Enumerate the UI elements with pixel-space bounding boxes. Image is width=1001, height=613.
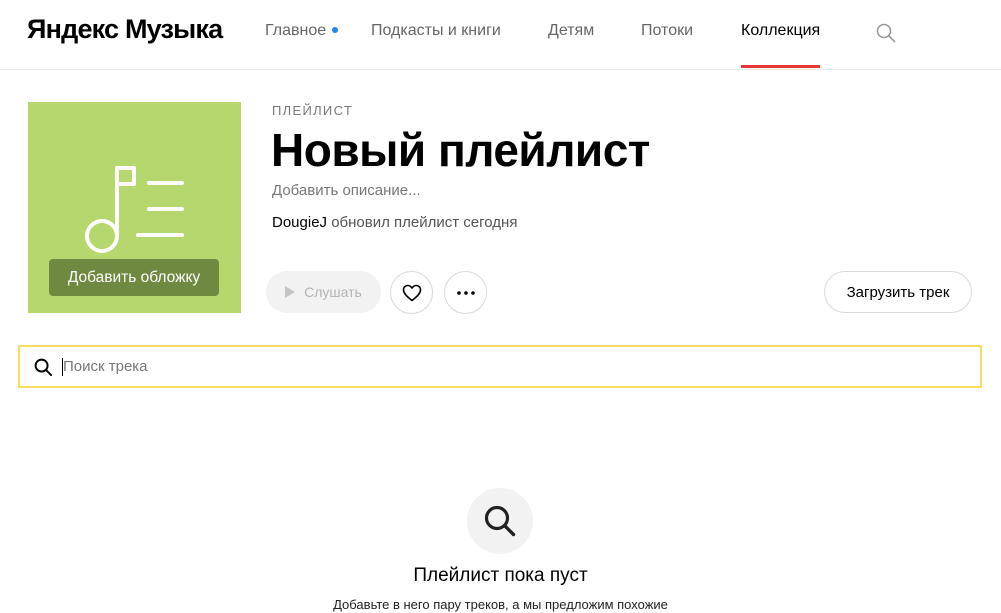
playlist-title[interactable]: Новый плейлист [271,120,650,180]
playlist-cover[interactable]: Добавить обложку [28,102,241,313]
top-header: Яндекс Музыка Главное Подкасты и книги Д… [0,0,1001,70]
music-note-list-icon [85,166,184,253]
empty-state-title: Плейлист пока пуст [413,565,588,586]
text-caret [62,358,63,376]
playlist-owner-line: DougieJ обновил плейлист сегодня [272,214,517,231]
heart-icon [402,284,421,301]
updated-text: обновил плейлист сегодня [331,214,518,231]
nav-item-collection[interactable]: Коллекция [741,22,821,69]
search-icon [484,505,516,537]
nav-item-label: Детям [548,22,595,39]
search-icon [34,358,53,377]
empty-state-subtitle: Добавьте в него пару треков, а мы предло… [333,597,668,612]
nav-item-label: Главное [265,22,327,39]
nav-item-label: Коллекция [741,22,821,39]
nav-item-label: Потоки [641,22,694,39]
listen-button[interactable]: Слушать [266,271,381,313]
more-dots-icon [456,290,475,295]
add-cover-button[interactable]: Добавить обложку [49,259,219,296]
new-content-dot [332,26,339,33]
search-icon[interactable] [876,23,896,43]
nav-item-main[interactable]: Главное [265,22,339,69]
track-search-input[interactable] [61,347,961,386]
play-icon [285,286,296,298]
add-description-link[interactable]: Добавить описание... [272,182,421,199]
upload-track-button[interactable]: Загрузить трек [824,271,972,313]
nav-item-podcasts[interactable]: Подкасты и книги [371,22,501,69]
track-search-box[interactable] [18,345,982,388]
nav-item-streams[interactable]: Потоки [641,22,693,69]
logo[interactable]: Яндекс Музыка [27,14,223,45]
owner-name-link[interactable]: DougieJ [272,214,327,231]
more-button[interactable] [444,271,487,314]
playlist-type-label: ПЛЕЙЛИСТ [272,103,354,118]
listen-label: Слушать [304,284,362,300]
empty-state-icon-wrap [467,488,533,554]
nav-item-kids[interactable]: Детям [548,22,594,69]
like-button[interactable] [390,271,433,314]
nav-item-label: Подкасты и книги [371,22,501,39]
